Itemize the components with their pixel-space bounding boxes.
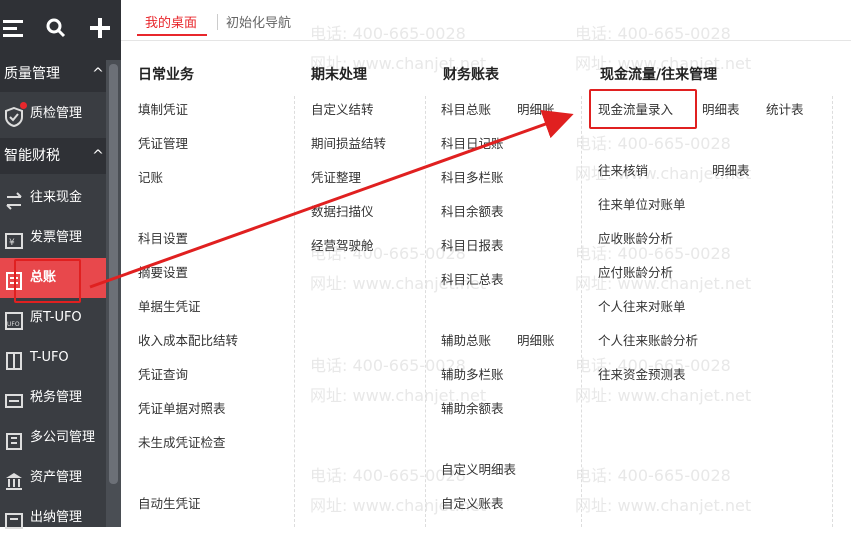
- annotation-arrow-icon: [89, 109, 574, 289]
